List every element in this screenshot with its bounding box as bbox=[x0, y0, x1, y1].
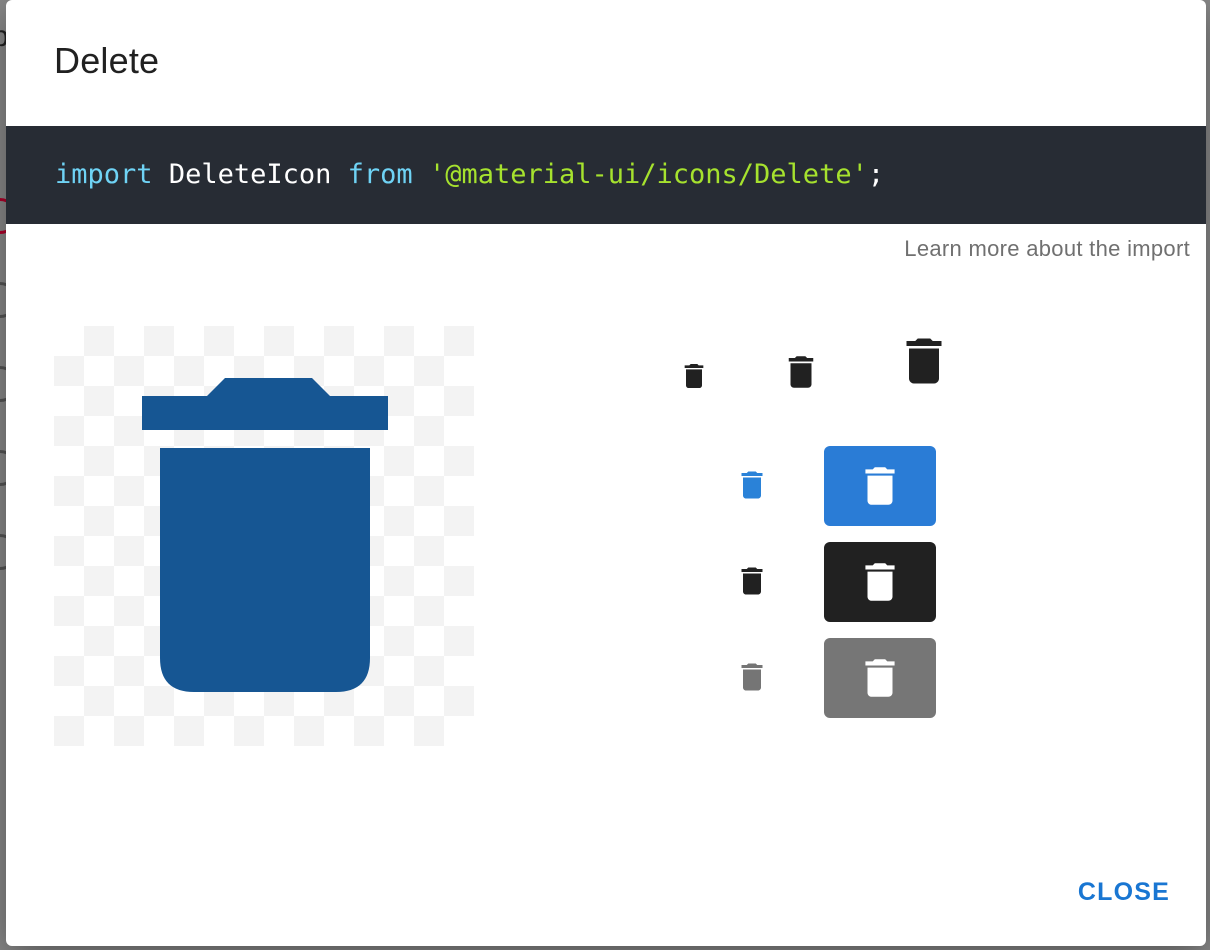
delete-icon bbox=[780, 348, 822, 396]
delete-icon bbox=[865, 563, 895, 601]
delete-icon bbox=[865, 659, 895, 697]
code-terminator: ; bbox=[867, 159, 885, 190]
code-keyword-import: import bbox=[55, 159, 153, 190]
dialog-title: Delete bbox=[54, 40, 160, 81]
close-button[interactable]: CLOSE bbox=[1072, 868, 1176, 917]
code-keyword-from: from bbox=[347, 159, 413, 190]
delete-icon bbox=[678, 358, 710, 394]
delete-icon bbox=[142, 378, 388, 692]
import-code-block[interactable]: import DeleteIcon from '@material-ui/ico… bbox=[6, 126, 1206, 224]
delete-icon-tile-primary bbox=[824, 446, 936, 526]
delete-icon bbox=[894, 326, 954, 396]
icon-detail-dialog: Delete import DeleteIcon from '@material… bbox=[6, 0, 1206, 946]
code-module-path: '@material-ui/icons/Delete' bbox=[428, 159, 868, 190]
code-identifier: DeleteIcon bbox=[168, 159, 332, 190]
delete-icon bbox=[734, 558, 770, 604]
icon-preview-canvas bbox=[54, 326, 474, 746]
delete-icon bbox=[734, 654, 770, 700]
delete-icon-tile-default bbox=[824, 542, 936, 622]
learn-more-import-link[interactable]: Learn more about the import bbox=[904, 236, 1190, 262]
delete-icon-tile-disabled bbox=[824, 638, 936, 718]
delete-icon bbox=[734, 462, 770, 508]
delete-icon bbox=[865, 467, 895, 505]
